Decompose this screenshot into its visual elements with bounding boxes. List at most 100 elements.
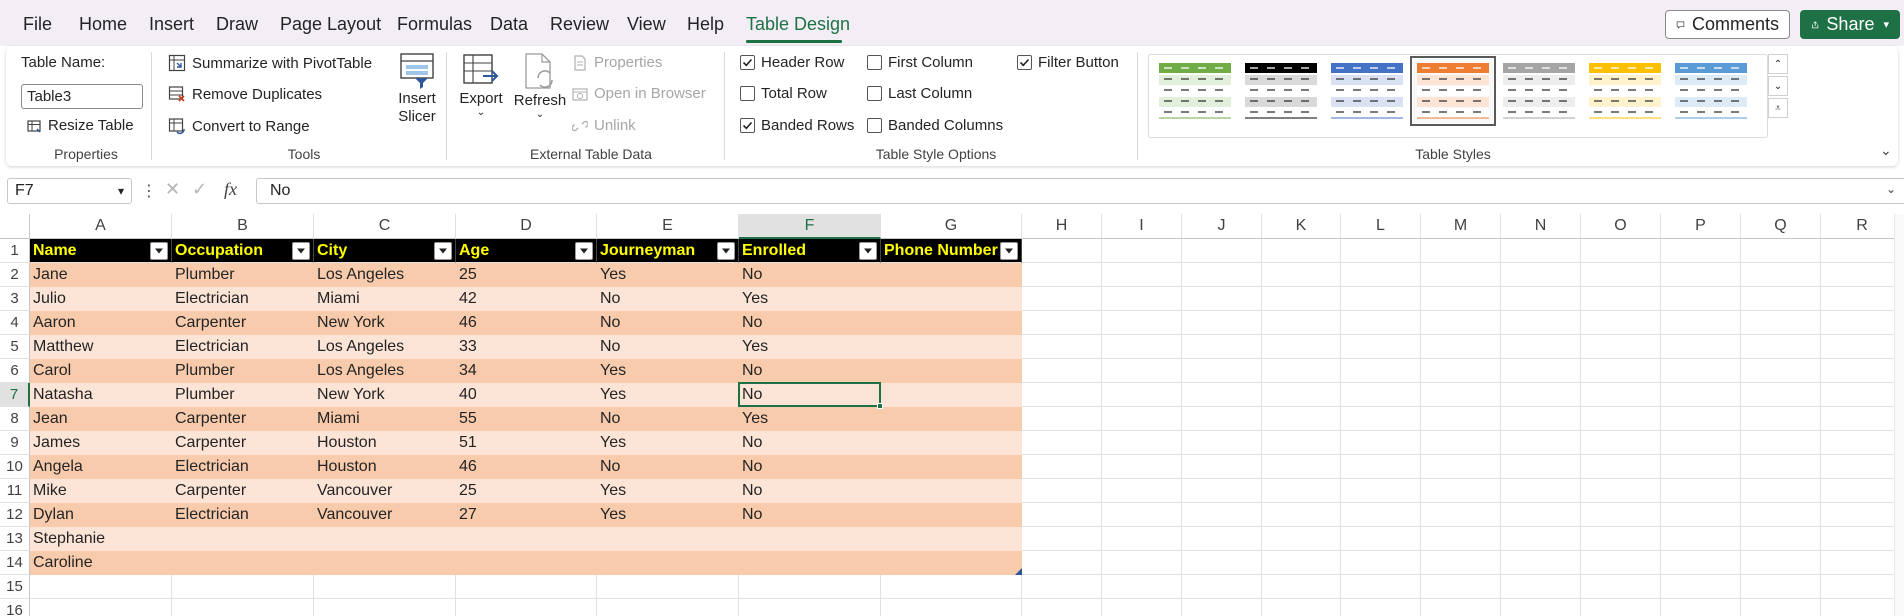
table-cell[interactable]: Carpenter — [172, 431, 314, 455]
cell-c16[interactable] — [314, 599, 456, 616]
table-cell[interactable]: 25 — [456, 479, 597, 503]
cell-h3[interactable] — [1022, 287, 1102, 311]
table-cell[interactable]: Matthew — [30, 335, 172, 359]
cell-r9[interactable] — [1821, 431, 1904, 455]
cell-h5[interactable] — [1022, 335, 1102, 359]
cell-h16[interactable] — [1022, 599, 1102, 616]
table-style-thumbnail[interactable] — [1327, 59, 1407, 123]
cell-i7[interactable] — [1102, 383, 1182, 407]
column-header-p[interactable]: P — [1661, 214, 1741, 239]
filter-dropdown-button[interactable] — [434, 242, 452, 260]
cell-m3[interactable] — [1421, 287, 1501, 311]
row-header-14[interactable]: 14 — [0, 551, 30, 575]
cell-j16[interactable] — [1182, 599, 1262, 616]
table-cell[interactable]: Miami — [314, 407, 456, 431]
cell-l4[interactable] — [1341, 311, 1421, 335]
table-cell[interactable] — [456, 551, 597, 575]
cell-n14[interactable] — [1501, 551, 1581, 575]
table-cell[interactable]: No — [597, 335, 739, 359]
menu-formulas[interactable]: Formulas — [397, 14, 472, 35]
column-header-h[interactable]: H — [1022, 214, 1102, 239]
last-column-option[interactable]: Last Column — [867, 85, 972, 102]
cell-o5[interactable] — [1581, 335, 1661, 359]
table-cell[interactable] — [881, 407, 1022, 431]
cell-h1[interactable] — [1022, 239, 1102, 263]
vertical-scrollbar[interactable] — [1894, 214, 1904, 616]
cell-i14[interactable] — [1102, 551, 1182, 575]
table-cell[interactable]: Yes — [739, 287, 881, 311]
cell-k3[interactable] — [1262, 287, 1341, 311]
cell-l8[interactable] — [1341, 407, 1421, 431]
cell-b16[interactable] — [172, 599, 314, 616]
cell-p7[interactable] — [1661, 383, 1741, 407]
table-cell[interactable]: Yes — [597, 359, 739, 383]
menu-review[interactable]: Review — [550, 14, 609, 35]
cell-q13[interactable] — [1741, 527, 1821, 551]
total-row-checkbox[interactable] — [740, 86, 755, 101]
cell-p8[interactable] — [1661, 407, 1741, 431]
table-cell[interactable] — [881, 263, 1022, 287]
cell-r4[interactable] — [1821, 311, 1904, 335]
table-cell[interactable]: Electrician — [172, 455, 314, 479]
cell-r3[interactable] — [1821, 287, 1904, 311]
expand-formula-bar-icon[interactable]: ⌄ — [1886, 182, 1896, 196]
cell-i15[interactable] — [1102, 575, 1182, 599]
column-header-q[interactable]: Q — [1741, 214, 1821, 239]
table-cell[interactable]: 27 — [456, 503, 597, 527]
cell-q6[interactable] — [1741, 359, 1821, 383]
cell-o2[interactable] — [1581, 263, 1661, 287]
table-cell[interactable]: 25 — [456, 263, 597, 287]
cell-i11[interactable] — [1102, 479, 1182, 503]
cell-b15[interactable] — [172, 575, 314, 599]
cell-r8[interactable] — [1821, 407, 1904, 431]
row-header-6[interactable]: 6 — [0, 359, 30, 383]
column-header-e[interactable]: E — [597, 214, 739, 239]
cell-n2[interactable] — [1501, 263, 1581, 287]
cell-j12[interactable] — [1182, 503, 1262, 527]
table-cell[interactable]: Yes — [597, 503, 739, 527]
cell-n4[interactable] — [1501, 311, 1581, 335]
cell-l10[interactable] — [1341, 455, 1421, 479]
cell-m1[interactable] — [1421, 239, 1501, 263]
cell-n8[interactable] — [1501, 407, 1581, 431]
table-cell[interactable]: No — [597, 455, 739, 479]
formula-input[interactable]: No — [256, 178, 1904, 204]
cell-r5[interactable] — [1821, 335, 1904, 359]
cell-i2[interactable] — [1102, 263, 1182, 287]
cell-j3[interactable] — [1182, 287, 1262, 311]
filter-button-checkbox[interactable] — [1017, 55, 1032, 70]
filter-dropdown-button[interactable] — [292, 242, 310, 260]
cell-p10[interactable] — [1661, 455, 1741, 479]
cell-n16[interactable] — [1501, 599, 1581, 616]
cell-h12[interactable] — [1022, 503, 1102, 527]
table-header-cell[interactable]: Age — [456, 239, 597, 263]
export-button[interactable]: Export ⌄ — [456, 52, 506, 118]
table-cell[interactable]: No — [739, 431, 881, 455]
refresh-button[interactable]: Refresh ⌄ — [512, 52, 568, 120]
table-cell[interactable] — [881, 359, 1022, 383]
cell-q8[interactable] — [1741, 407, 1821, 431]
filter-dropdown-button[interactable] — [859, 242, 877, 260]
cell-l3[interactable] — [1341, 287, 1421, 311]
filter-dropdown-button[interactable] — [150, 242, 168, 260]
cell-r10[interactable] — [1821, 455, 1904, 479]
cell-k2[interactable] — [1262, 263, 1341, 287]
table-cell[interactable]: James — [30, 431, 172, 455]
cell-k11[interactable] — [1262, 479, 1341, 503]
table-header-cell[interactable]: Enrolled — [739, 239, 881, 263]
gallery-down-button[interactable]: ⌄ — [1768, 76, 1788, 96]
table-cell[interactable]: Yes — [597, 383, 739, 407]
cell-o10[interactable] — [1581, 455, 1661, 479]
cell-n7[interactable] — [1501, 383, 1581, 407]
cell-l13[interactable] — [1341, 527, 1421, 551]
row-header-9[interactable]: 9 — [0, 431, 30, 455]
cell-p4[interactable] — [1661, 311, 1741, 335]
cell-o3[interactable] — [1581, 287, 1661, 311]
cell-p14[interactable] — [1661, 551, 1741, 575]
column-header-k[interactable]: K — [1262, 214, 1341, 239]
collapse-ribbon-icon[interactable]: ⌄ — [1880, 142, 1892, 159]
cell-k6[interactable] — [1262, 359, 1341, 383]
column-header-g[interactable]: G — [881, 214, 1022, 239]
table-cell[interactable]: Carol — [30, 359, 172, 383]
table-cell[interactable]: 46 — [456, 311, 597, 335]
